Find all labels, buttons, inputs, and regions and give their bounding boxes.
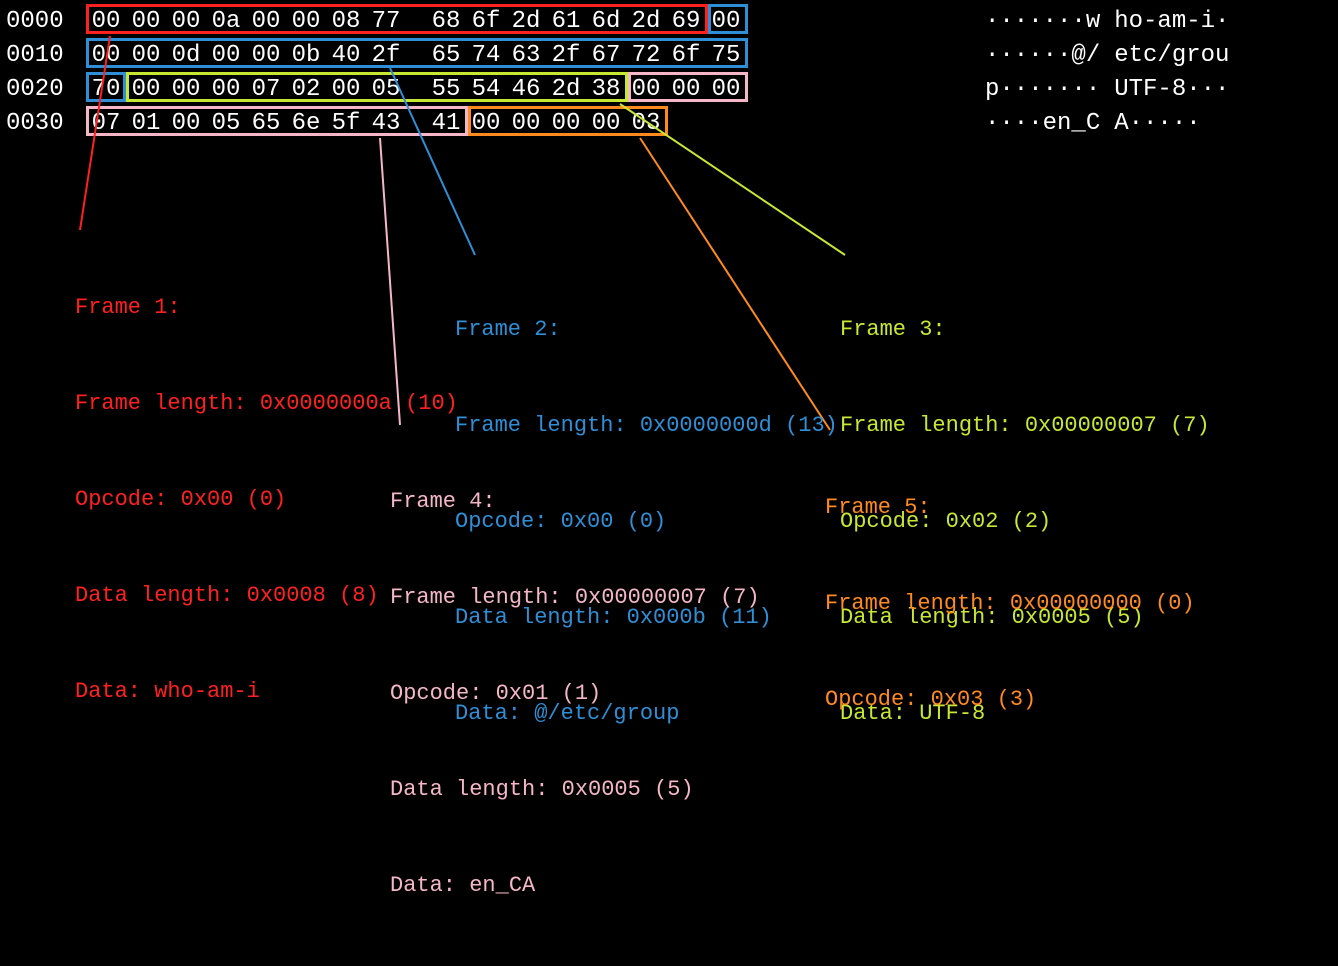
frame4-data: Data: en_CA xyxy=(390,870,760,902)
frame3-title: Frame 3: xyxy=(840,314,1210,346)
frame1-length: Frame length: 0x0000000a (10) xyxy=(75,388,458,420)
frame4-annotation: Frame 4: Frame length: 0x00000007 (7) Op… xyxy=(390,422,760,966)
frame2-title: Frame 2: xyxy=(455,314,838,346)
frame4-opcode: Opcode: 0x01 (1) xyxy=(390,678,760,710)
frame4-datalength: Data length: 0x0005 (5) xyxy=(390,774,760,806)
frame1-title: Frame 1: xyxy=(75,292,458,324)
frame5-opcode: Opcode: 0x03 (3) xyxy=(825,684,1195,716)
frame5-length: Frame length: 0x00000000 (0) xyxy=(825,588,1195,620)
frame5-title: Frame 5: xyxy=(825,492,1195,524)
frame4-title: Frame 4: xyxy=(390,486,760,518)
frame5-annotation: Frame 5: Frame length: 0x00000000 (0) Op… xyxy=(825,428,1195,780)
frame4-length: Frame length: 0x00000007 (7) xyxy=(390,582,760,614)
annotations: Frame 1: Frame length: 0x0000000a (10) O… xyxy=(0,0,1338,671)
